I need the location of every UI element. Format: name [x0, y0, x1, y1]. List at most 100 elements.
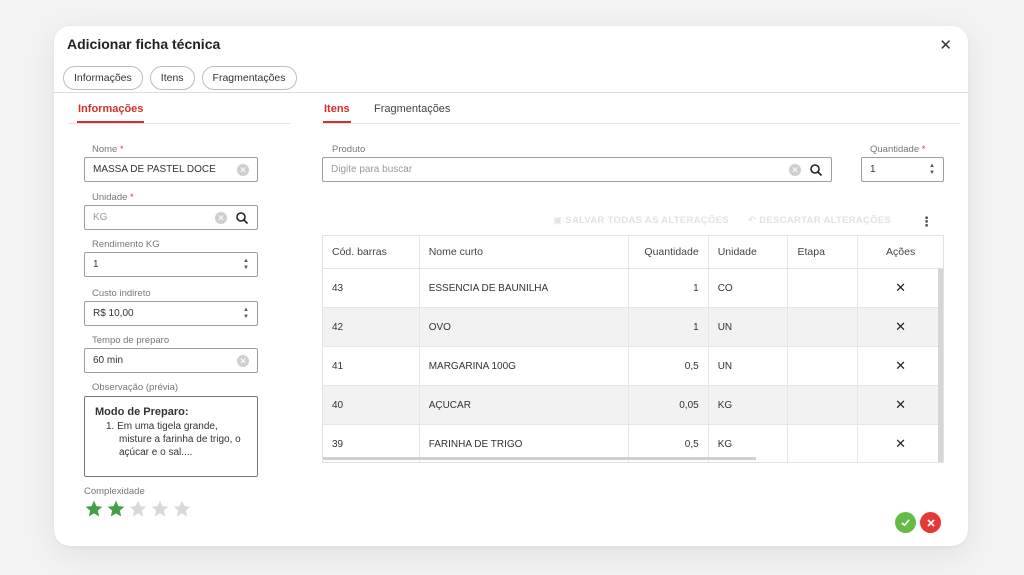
star-icon[interactable] [128, 499, 148, 519]
delete-icon[interactable]: ✕ [858, 386, 943, 424]
stepper-arrows-icon[interactable]: ▲ ▼ [243, 307, 249, 321]
custo-stepper[interactable]: R$ 10,00 ▲ ▼ [84, 301, 258, 326]
quantidade-label: Quantidade * [870, 144, 926, 155]
chip-fragmentacoes[interactable]: Fragmentações [201, 66, 297, 90]
complexidade-label: Complexidade [84, 486, 145, 497]
tab-fragmentacoes[interactable]: Fragmentações [374, 103, 450, 115]
undo-icon: ↶ [748, 215, 757, 226]
col-acoes: Ações [886, 246, 916, 258]
delete-icon[interactable]: ✕ [858, 269, 943, 307]
col-codigo[interactable]: Cód. barras [323, 236, 420, 268]
observacao-title: Modo de Preparo: [95, 406, 189, 418]
close-icon [926, 518, 935, 527]
unidade-label: Unidade * [92, 192, 134, 203]
produto-search-field[interactable]: Digite para buscar ✕ [322, 157, 832, 182]
items-table: Cód. barras Nome curto Quantidade Unidad… [322, 235, 944, 463]
divider [68, 123, 290, 124]
tempo-field[interactable]: 60 min ✕ [84, 348, 258, 373]
tab-itens-label: Itens [324, 103, 350, 115]
dialog: Adicionar ficha técnica ✕ Informações It… [54, 26, 968, 546]
cell-nome: AÇUCAR [420, 386, 629, 424]
save-all-button[interactable]: ▣ SALVAR TODAS AS ALTERAÇÕES [553, 215, 729, 226]
tab-itens[interactable]: Itens [323, 103, 351, 123]
star-icon[interactable] [150, 499, 170, 519]
clear-icon[interactable]: ✕ [237, 354, 249, 367]
cell-codigo: 42 [323, 308, 420, 346]
nome-value: MASSA DE PASTEL DOCE [93, 164, 216, 175]
cell-nome: ESSENCIA DE BAUNILHA [420, 269, 629, 307]
clear-icon[interactable]: ✕ [237, 163, 249, 176]
cell-nome: OVO [420, 308, 629, 346]
tab-informacoes-label: Informações [78, 103, 144, 115]
col-nome[interactable]: Nome curto [420, 236, 629, 268]
divider [322, 123, 960, 124]
tempo-value: 60 min [93, 355, 124, 366]
quantidade-stepper[interactable]: 1 ▲ ▼ [861, 157, 944, 182]
star-icon[interactable] [172, 499, 192, 519]
col-unidade[interactable]: Unidade [709, 236, 789, 268]
table-row[interactable]: 43 ESSENCIA DE BAUNILHA 1 CO ✕ [323, 269, 943, 308]
table-body: 43 ESSENCIA DE BAUNILHA 1 CO ✕ 42 OVO 1 UN ✕ 41 MAR… [323, 269, 943, 462]
unidade-field[interactable]: KG ✕ [84, 205, 258, 230]
clear-icon[interactable]: ✕ [215, 211, 227, 224]
divider [54, 92, 968, 93]
col-etapa[interactable]: Etapa [788, 236, 859, 268]
discard-button[interactable]: ↶ DESCARTAR ALTERAÇÕES [748, 215, 891, 226]
cell-etapa [788, 425, 859, 462]
kebab-menu-icon[interactable]: ⋮ [920, 214, 933, 230]
search-icon[interactable] [809, 163, 823, 177]
col-quantidade[interactable]: Quantidade [629, 236, 709, 268]
observacao-label: Observação (prévia) [92, 382, 179, 393]
search-icon[interactable] [235, 211, 249, 225]
cell-unidade: CO [709, 269, 789, 307]
table-row[interactable]: 41 MARGARINA 100G 0,5 UN ✕ [323, 347, 943, 386]
save-icon: ▣ [553, 215, 563, 226]
cell-nome: MARGARINA 100G [420, 347, 629, 385]
rendimento-stepper[interactable]: 1 ▲ ▼ [84, 252, 258, 277]
cancel-button[interactable] [920, 512, 941, 533]
nome-label: Nome * [92, 144, 124, 155]
tab-informacoes[interactable]: Informações [77, 103, 145, 123]
close-icon[interactable]: ✕ [939, 36, 952, 54]
cell-codigo: 43 [323, 269, 420, 307]
produto-label: Produto [332, 144, 366, 155]
custo-label: Custo indireto [92, 288, 151, 299]
observacao-preview[interactable]: Modo de Preparo: 1. Em uma tigela grande… [84, 396, 258, 477]
cell-codigo: 41 [323, 347, 420, 385]
complexidade-rating[interactable] [84, 499, 192, 519]
table-row[interactable]: 42 OVO 1 UN ✕ [323, 308, 943, 347]
table-row[interactable]: 40 AÇUCAR 0,05 KG ✕ [323, 386, 943, 425]
dialog-title: Adicionar ficha técnica [67, 36, 221, 52]
quantidade-value: 1 [870, 164, 876, 175]
custo-value: R$ 10,00 [93, 308, 134, 319]
tempo-label: Tempo de preparo [92, 335, 170, 346]
observacao-step: 1. Em uma tigela grande, misture a farin… [106, 421, 241, 458]
chip-informacoes[interactable]: Informações [63, 66, 143, 90]
star-icon[interactable] [106, 499, 126, 519]
rendimento-label: Rendimento KG [92, 239, 160, 250]
stepper-arrows-icon[interactable]: ▲ ▼ [929, 163, 935, 177]
star-icon[interactable] [84, 499, 104, 519]
produto-placeholder: Digite para buscar [331, 164, 413, 175]
horizontal-scrollbar[interactable] [323, 457, 756, 460]
cell-quantidade: 1 [629, 269, 709, 307]
check-icon [901, 519, 910, 527]
delete-icon[interactable]: ✕ [858, 425, 943, 462]
cell-quantidade: 0,05 [629, 386, 709, 424]
vertical-scrollbar[interactable] [938, 269, 943, 462]
delete-icon[interactable]: ✕ [858, 347, 943, 385]
chip-bar: Informações Itens Fragmentações [63, 66, 297, 90]
chip-itens[interactable]: Itens [149, 66, 195, 90]
cell-unidade: UN [709, 308, 789, 346]
unidade-placeholder: KG [93, 212, 108, 223]
delete-icon[interactable]: ✕ [858, 308, 943, 346]
stepper-arrows-icon[interactable]: ▲ ▼ [243, 258, 249, 272]
clear-icon[interactable]: ✕ [789, 163, 801, 176]
cell-unidade: UN [709, 347, 789, 385]
cell-codigo: 40 [323, 386, 420, 424]
nome-field[interactable]: MASSA DE PASTEL DOCE ✕ [84, 157, 258, 182]
cell-etapa [788, 269, 859, 307]
cell-unidade: KG [709, 386, 789, 424]
confirm-button[interactable] [895, 512, 916, 533]
cell-quantidade: 0,5 [629, 347, 709, 385]
